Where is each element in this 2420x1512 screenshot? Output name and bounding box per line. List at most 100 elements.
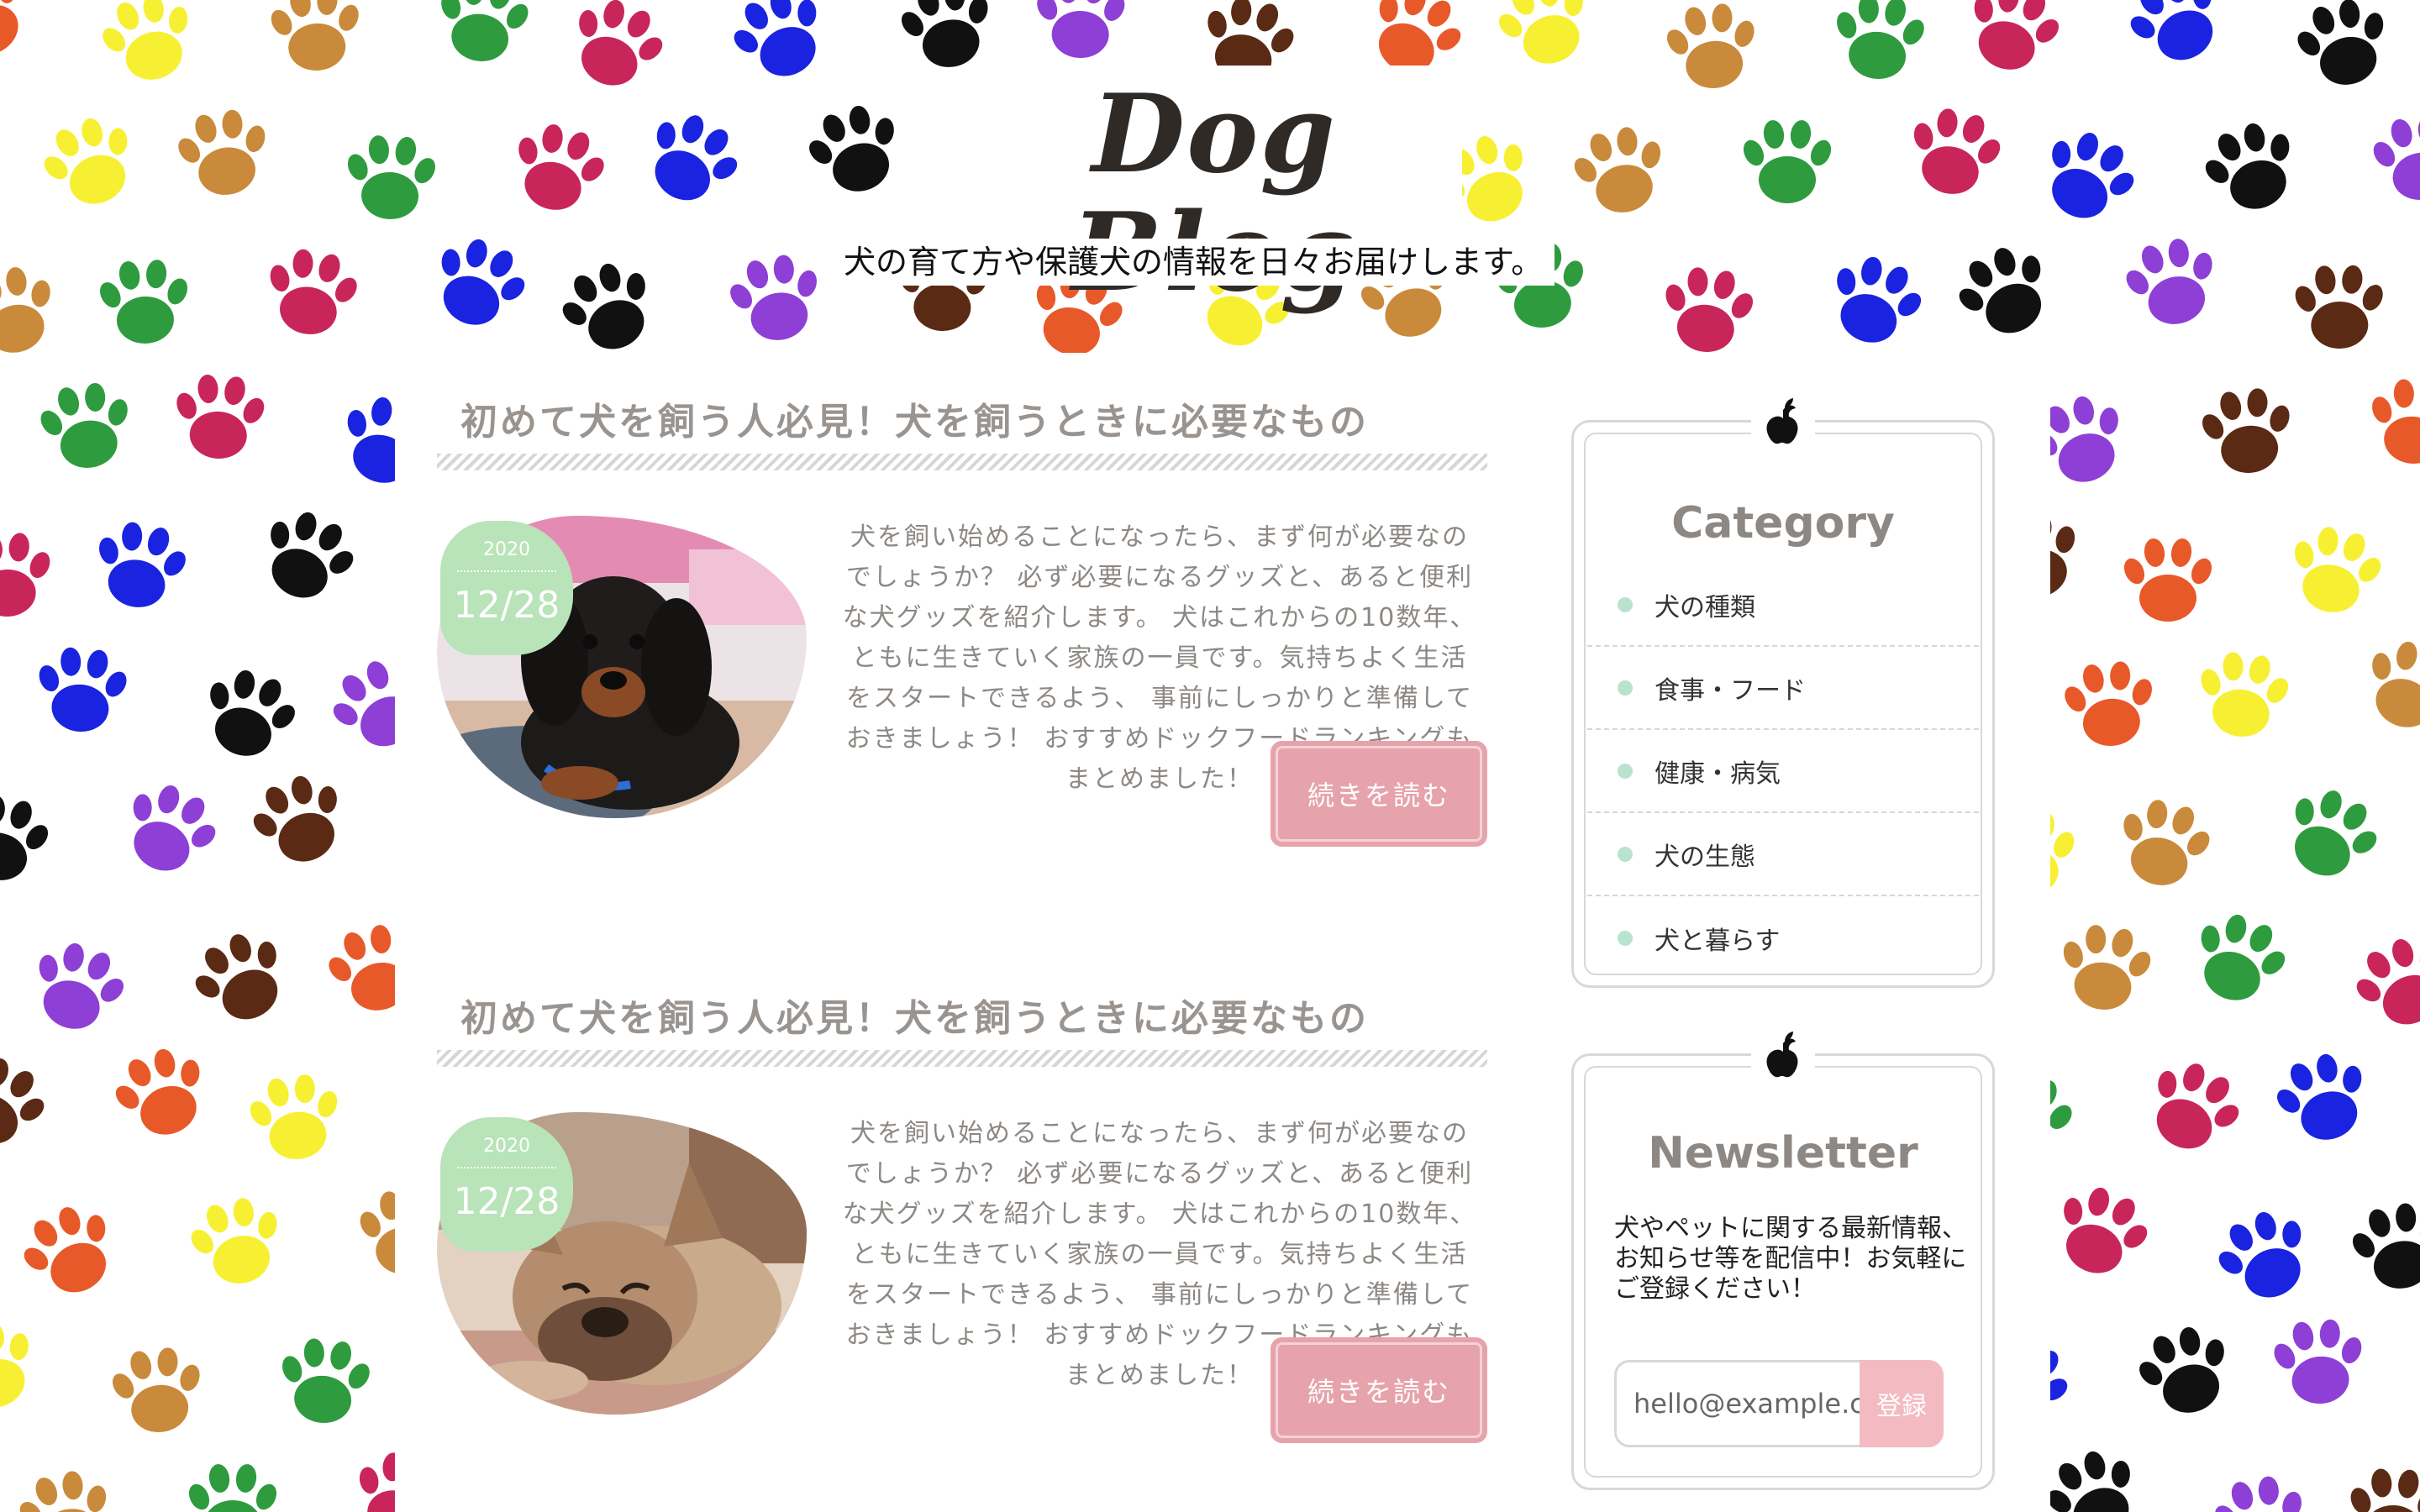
paw-print xyxy=(2341,924,2420,1042)
paw-print xyxy=(720,247,831,349)
paw-print xyxy=(2365,109,2420,207)
post-card: 初めて犬を飼う人必見！犬を飼うときに必要なもの 2020 12/28 犬を飼い始… xyxy=(437,391,1487,895)
newsletter-title: Newsletter xyxy=(1648,1128,1918,1179)
post-title[interactable]: 初めて犬を飼う人必見！犬を飼うときに必要なもの xyxy=(460,391,1369,445)
paw-print xyxy=(179,918,303,1038)
post-date-monthday: 12/28 xyxy=(453,584,560,627)
paw-print xyxy=(2291,263,2388,349)
paw-print xyxy=(1898,100,2011,204)
newsletter-description: 犬やペットに関する最新情報、お知らせ等を配信中！お気軽にご登録ください！ xyxy=(1614,1214,1967,1304)
paw-print xyxy=(429,0,537,69)
paw-print xyxy=(2279,518,2391,622)
paw-print xyxy=(2057,656,2162,751)
category-item[interactable]: 犬の種類 xyxy=(1587,564,1979,647)
paw-print xyxy=(0,1310,50,1422)
bullet-dot xyxy=(1618,846,1633,862)
post-card: 初めて犬を飼う人必見！犬を飼うときに必要なもの 2020 12/28 犬を飼い始… xyxy=(437,988,1487,1492)
paw-print xyxy=(1486,0,1605,78)
paw-print xyxy=(2026,118,2149,236)
paw-print xyxy=(185,1462,281,1512)
paw-print xyxy=(1815,244,1934,357)
paw-print xyxy=(2362,374,2420,469)
category-label: 食事・フード xyxy=(1655,675,1806,706)
paw-print xyxy=(1954,0,2072,83)
newsletter-form: 登録 xyxy=(1614,1360,1944,1447)
category-item[interactable]: 犬と暮らす xyxy=(1587,896,1979,979)
post-title-divider xyxy=(437,1050,1487,1067)
apple-icon xyxy=(1751,1026,1815,1084)
paw-print xyxy=(340,132,441,222)
paw-print xyxy=(265,0,366,74)
post-date-year: 2020 xyxy=(457,1117,556,1168)
paw-print xyxy=(94,256,195,346)
paw-print xyxy=(30,643,134,736)
paw-print xyxy=(0,786,58,890)
paw-print xyxy=(2131,1047,2255,1168)
paw-print xyxy=(2115,229,2229,335)
paw-print xyxy=(246,498,368,615)
paw-print xyxy=(2344,1466,2420,1512)
category-list: 犬の種類 食事・フード 健康・病気 犬の生態 犬と暮らす xyxy=(1587,564,1979,979)
paw-print xyxy=(2033,1437,2154,1512)
paw-print xyxy=(2195,382,2300,479)
paw-print xyxy=(9,1462,122,1512)
paw-print xyxy=(169,370,271,462)
paw-print xyxy=(102,1036,222,1150)
paw-print xyxy=(0,1043,60,1162)
paw-print xyxy=(239,763,360,877)
paw-print xyxy=(105,1341,210,1438)
paw-print xyxy=(2264,1042,2382,1153)
subscribe-button[interactable]: 登録 xyxy=(1860,1360,1944,1447)
paw-print xyxy=(1827,0,1932,84)
bullet-dot xyxy=(1618,763,1633,779)
paw-print xyxy=(0,0,45,75)
paw-print xyxy=(180,1189,294,1294)
paw-print xyxy=(1655,261,1760,358)
paw-print xyxy=(242,1068,349,1166)
post-date-monthday: 12/28 xyxy=(453,1180,560,1223)
paw-print xyxy=(2127,1315,2244,1426)
paw-print xyxy=(718,0,841,93)
apple-icon xyxy=(1751,392,1815,451)
category-label: 犬と暮らす xyxy=(1655,926,1781,956)
email-field[interactable] xyxy=(1614,1360,1860,1447)
paw-print xyxy=(90,0,207,92)
read-more-button[interactable]: 続きを読む xyxy=(1270,1337,1487,1443)
paw-print xyxy=(169,102,278,203)
paw-print xyxy=(500,113,616,222)
paw-print xyxy=(2041,1174,2162,1289)
category-item[interactable]: 犬の生態 xyxy=(1587,813,1979,896)
paw-print xyxy=(29,104,151,220)
paw-print xyxy=(85,514,196,616)
category-item[interactable]: 食事・フード xyxy=(1587,647,1979,730)
paw-print xyxy=(418,225,539,341)
paw-print xyxy=(190,659,308,769)
paw-print xyxy=(1943,232,2067,351)
paw-print xyxy=(2120,537,2216,622)
paw-print xyxy=(272,1333,377,1428)
category-item[interactable]: 健康・病気 xyxy=(1587,730,1979,813)
paw-print xyxy=(2350,629,2420,742)
paw-print xyxy=(0,256,69,365)
paw-print xyxy=(32,376,140,475)
site-tagline: 犬の育て方や保護犬の情報を日々お届けします。 xyxy=(832,239,1555,286)
paw-print xyxy=(2203,1197,2326,1315)
paw-print xyxy=(257,242,366,343)
paw-print xyxy=(2179,901,2299,1016)
paw-print xyxy=(556,0,677,101)
read-more-button[interactable]: 続きを読む xyxy=(1270,741,1487,847)
post-date-badge: 2020 12/28 xyxy=(440,1117,573,1252)
post-title-divider xyxy=(437,454,1487,470)
paw-print xyxy=(2205,1468,2316,1512)
paw-print xyxy=(2269,774,2393,894)
category-label: 健康・病気 xyxy=(1655,759,1781,789)
paw-print xyxy=(2267,1315,2370,1408)
paw-print xyxy=(0,530,56,618)
paw-print xyxy=(2343,1194,2420,1298)
paw-print xyxy=(108,770,231,888)
category-label: 犬の種類 xyxy=(1655,592,1755,622)
post-title[interactable]: 初めて犬を飼う人必見！犬を飼うときに必要なもの xyxy=(460,988,1369,1042)
paw-print xyxy=(629,98,755,219)
paw-print xyxy=(2191,646,2296,743)
post-date-year: 2020 xyxy=(457,521,556,572)
